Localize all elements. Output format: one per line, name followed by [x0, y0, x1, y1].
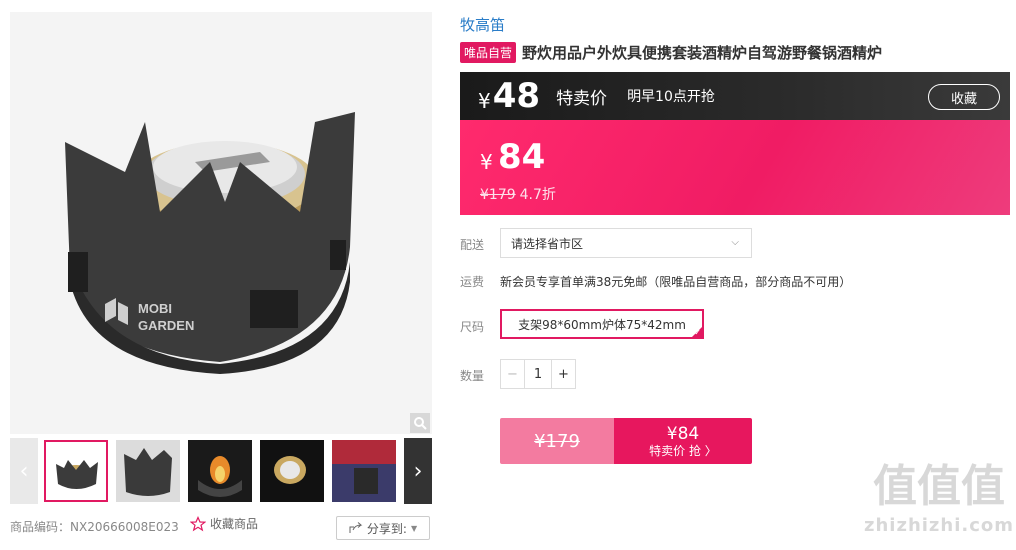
- buy-price: ¥84: [666, 423, 700, 444]
- size-option-selected[interactable]: 支架98*60mm炉体75*42mm ✓: [500, 309, 704, 339]
- title-row: 唯品自营 野炊用品户外炊具便携套装酒精炉自驾游野餐锅酒精炉: [460, 42, 882, 63]
- flash-price: 48: [492, 76, 541, 116]
- svg-text:GARDEN: GARDEN: [138, 318, 194, 333]
- thumbnail-5[interactable]: [332, 440, 396, 502]
- watermark-en: zhizhizhi.com: [864, 515, 1015, 536]
- star-icon: [190, 515, 206, 531]
- site-watermark: 值值值 zhizhizhi.com: [864, 461, 1015, 547]
- region-select[interactable]: 请选择省市区 ⌵: [500, 228, 752, 258]
- flash-currency: ¥: [478, 89, 491, 113]
- region-select-value: 请选择省市区: [511, 236, 584, 251]
- thumb-next-button[interactable]: ›: [404, 438, 432, 504]
- quantity-stepper: − 1 +: [500, 359, 576, 389]
- thumbnail-2[interactable]: [116, 440, 180, 502]
- buy-original-price-text: ¥179: [534, 430, 580, 452]
- thumb-prev-button[interactable]: ‹: [10, 438, 38, 504]
- sku-code: 商品编码： NX20666008E023: [10, 518, 179, 535]
- product-page: MOBI GARDEN ‹ › 商品编码： NX20666008E023 收藏商…: [0, 0, 1016, 550]
- flash-label: 特卖价: [556, 88, 608, 109]
- quantity-input[interactable]: 1: [525, 360, 551, 388]
- quantity-label: 数量: [460, 369, 485, 383]
- chevron-down-icon: ▼: [410, 523, 418, 533]
- flash-sale-bar: ¥ 48 特卖价 明早10点开抢 收藏: [460, 72, 1010, 120]
- size-label: 尺码: [460, 320, 485, 334]
- watermark-zh: 值值值: [873, 461, 1005, 512]
- thumbnail-4[interactable]: [260, 440, 324, 502]
- collect-button[interactable]: 收藏: [928, 84, 1000, 110]
- price-box: ¥ 84 ¥179 4.7折: [460, 120, 1010, 215]
- quantity-decrease-button[interactable]: −: [501, 360, 525, 388]
- original-price-row: ¥179 4.7折: [480, 184, 556, 204]
- self-operated-badge: 唯品自营: [460, 42, 517, 63]
- buy-now-area[interactable]: ¥84 特卖价 抢 〉: [614, 418, 752, 464]
- thumbnail-3[interactable]: [188, 440, 252, 502]
- main-product-image[interactable]: MOBI GARDEN: [10, 12, 432, 434]
- share-button[interactable]: 分享到: ▼: [336, 516, 430, 540]
- shipping-label: 运费: [460, 275, 485, 289]
- share-label: 分享到:: [366, 521, 407, 536]
- collect-product-link[interactable]: 收藏商品: [190, 515, 258, 532]
- price-value: 84: [498, 137, 546, 177]
- thumbnail-1[interactable]: [44, 440, 108, 502]
- zoom-icon[interactable]: [410, 413, 430, 433]
- sku-code-label: 商品编码：: [10, 520, 71, 534]
- sku-code-value: NX20666008E023: [70, 519, 179, 534]
- check-icon: ✓: [694, 328, 701, 337]
- shipping-text: 新会员专享首单满38元免邮（限唯品自营商品，部分商品不可用）: [500, 275, 852, 289]
- svg-text:MOBI: MOBI: [138, 301, 172, 316]
- buy-original-price: ¥179: [500, 418, 614, 464]
- delivery-label: 配送: [460, 238, 485, 252]
- brand-link[interactable]: 牧高笛: [460, 14, 505, 35]
- original-price: ¥179: [480, 187, 516, 203]
- alcohol-stove-illustration: MOBI GARDEN: [10, 12, 432, 434]
- quantity-increase-button[interactable]: +: [551, 360, 575, 388]
- size-option-label: 支架98*60mm炉体75*42mm: [518, 317, 686, 332]
- share-icon: [349, 522, 363, 533]
- buy-action-label: 特卖价 抢 〉: [649, 444, 717, 458]
- collect-product-label: 收藏商品: [210, 517, 259, 531]
- buy-button[interactable]: ¥179 ¥84 特卖价 抢 〉: [500, 418, 752, 464]
- flash-start-time: 明早10点开抢: [627, 89, 715, 105]
- chevron-down-icon: ⌵: [731, 237, 739, 248]
- price-currency: ¥: [480, 150, 493, 174]
- thumbnail-strip: ‹ ›: [10, 438, 432, 504]
- product-title: 野炊用品户外炊具便携套装酒精炉自驾游野餐锅酒精炉: [522, 44, 883, 62]
- discount: 4.7折: [519, 187, 556, 203]
